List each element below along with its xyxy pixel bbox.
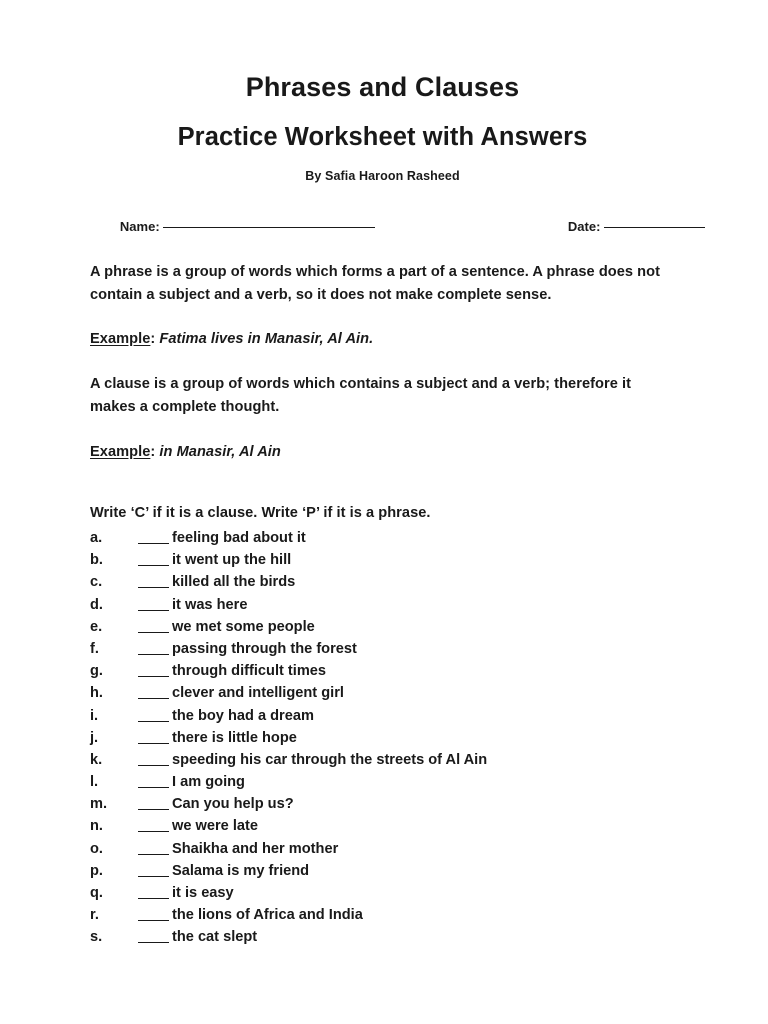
item-text: I am going: [172, 774, 245, 791]
item-letter: d.: [90, 596, 103, 613]
exercise-item: k. speeding his car through the streets o…: [90, 749, 675, 771]
phrase-example-text: Fatima lives in Manasir, Al Ain.: [159, 331, 374, 347]
exercise-item: g. through difficult times: [90, 660, 675, 682]
item-answer-blank[interactable]: [138, 616, 169, 633]
item-text: the boy had a dream: [172, 707, 314, 724]
item-answer-blank[interactable]: [138, 682, 169, 700]
exercise-item: n. we were late: [90, 815, 675, 837]
item-text: the lions of Africa and India: [172, 907, 363, 924]
item-answer-blank[interactable]: [138, 860, 169, 877]
phrase-example-line: Example: Fatima lives in Manasir, Al Ain…: [90, 328, 675, 351]
exercise-item: o. Shaikha and her mother: [90, 838, 675, 860]
name-field-label: Name:: [119, 219, 164, 234]
item-answer-blank[interactable]: [138, 727, 169, 744]
item-text: through difficult times: [172, 663, 327, 680]
clause-example-line: Example: in Manasir, Al Ain: [90, 441, 675, 464]
exercise-item: r. the lions of Africa and India: [90, 904, 675, 926]
date-field-label: Date:: [567, 219, 605, 234]
item-text: it is easy: [172, 885, 234, 901]
date-input[interactable]: [604, 227, 706, 228]
exercise-item: c. killed all the birds: [90, 571, 675, 593]
worksheet-page: Phrases and Clauses Practice Worksheet w…: [0, 0, 768, 1024]
exercise-item: j. there is little hope: [90, 727, 675, 749]
title-block: Phrases and Clauses Practice Worksheet w…: [90, 0, 675, 183]
exercise-item: i. the boy had a dream: [90, 705, 675, 727]
clause-definition-paragraph: A clause is a group of words which conta…: [90, 376, 632, 415]
item-letter: b.: [90, 552, 103, 569]
item-letter: e.: [90, 618, 103, 635]
item-text: feeling bad about it: [172, 530, 306, 546]
example-label: Example: [90, 331, 151, 347]
clause-example-text: in Manasir, Al Ain: [159, 444, 281, 460]
exercise-item: p. Salama is my friend: [90, 860, 675, 882]
item-letter: g.: [90, 663, 103, 680]
item-text: killed all the birds: [172, 574, 296, 591]
item-text: we met some people: [172, 618, 315, 635]
exercise-item: a. feeling bad about it: [90, 527, 675, 549]
item-text: passing through the forest: [172, 640, 357, 657]
item-text: Shaikha and her mother: [172, 840, 339, 857]
item-answer-blank[interactable]: [138, 571, 169, 589]
item-text: we were late: [172, 818, 258, 835]
item-answer-blank[interactable]: [138, 705, 169, 722]
item-letter: f.: [90, 640, 99, 657]
exercise-instruction: Write ‘C’ if it is a clause. Write ‘P’ i…: [90, 505, 431, 521]
exercise-item: m. Can you help us?: [90, 793, 675, 815]
item-answer-blank[interactable]: [138, 838, 169, 855]
item-answer-blank[interactable]: [138, 638, 169, 655]
item-text: it was here: [172, 596, 248, 613]
item-letter: i.: [90, 707, 99, 724]
item-text: Can you help us?: [172, 796, 294, 813]
item-letter: m.: [90, 796, 108, 813]
item-text: there is little hope: [172, 729, 297, 746]
item-letter: r.: [90, 907, 99, 924]
exercise-item-list: a. feeling bad about it b. it went up the h…: [90, 527, 675, 949]
item-answer-blank[interactable]: [138, 594, 169, 611]
item-text: the cat slept: [172, 929, 258, 946]
exercise-item: f. passing through the forest: [90, 638, 675, 660]
name-input[interactable]: [163, 227, 376, 228]
date-field-group: Date:: [539, 204, 706, 249]
item-letter: n.: [90, 818, 103, 835]
item-answer-blank[interactable]: [138, 549, 169, 567]
phrase-definition-paragraph: A phrase is a group of words which forms…: [90, 264, 661, 303]
item-letter: j.: [90, 729, 99, 746]
exercise-item: h. clever and intelligent girl: [90, 682, 675, 704]
item-answer-blank[interactable]: [138, 660, 169, 678]
item-letter: a.: [90, 530, 103, 546]
item-text: it went up the hill: [172, 552, 292, 569]
item-letter: s.: [90, 929, 103, 946]
item-letter: q.: [90, 885, 103, 901]
exercise-item: s. the cat slept: [90, 926, 675, 948]
item-letter: o.: [90, 840, 103, 857]
item-answer-blank[interactable]: [138, 815, 169, 833]
name-field-group: Name:: [91, 204, 376, 249]
item-text: speeding his car through the streets of …: [172, 751, 488, 768]
name-date-row: Name: Date:: [90, 204, 706, 234]
example-label: Example: [90, 444, 151, 460]
item-letter: p.: [90, 862, 103, 879]
exercise-item: l. I am going: [90, 771, 675, 793]
item-answer-blank[interactable]: [138, 904, 169, 922]
item-answer-blank[interactable]: [138, 882, 169, 899]
item-letter: h.: [90, 685, 103, 702]
item-letter: k.: [90, 751, 103, 768]
exercise-item: b. it went up the hill: [90, 549, 675, 571]
item-letter: l.: [90, 774, 99, 791]
item-answer-blank[interactable]: [138, 926, 169, 944]
item-answer-blank[interactable]: [138, 793, 169, 811]
item-answer-blank[interactable]: [138, 527, 169, 544]
item-letter: c.: [90, 574, 103, 591]
exercise-item: e. we met some people: [90, 616, 675, 638]
author-byline: By Safia Haroon Rasheed: [305, 169, 460, 183]
exercise-item: q. it is easy: [90, 882, 675, 904]
page-title: Phrases and Clauses: [245, 72, 520, 102]
item-text: clever and intelligent girl: [172, 685, 344, 702]
item-answer-blank[interactable]: [138, 771, 169, 789]
item-answer-blank[interactable]: [138, 749, 169, 766]
item-text: Salama is my friend: [172, 862, 310, 879]
exercise-item: d. it was here: [90, 594, 675, 616]
page-content: Phrases and Clauses Practice Worksheet w…: [90, 0, 706, 949]
page-subtitle: Practice Worksheet with Answers: [177, 123, 588, 151]
